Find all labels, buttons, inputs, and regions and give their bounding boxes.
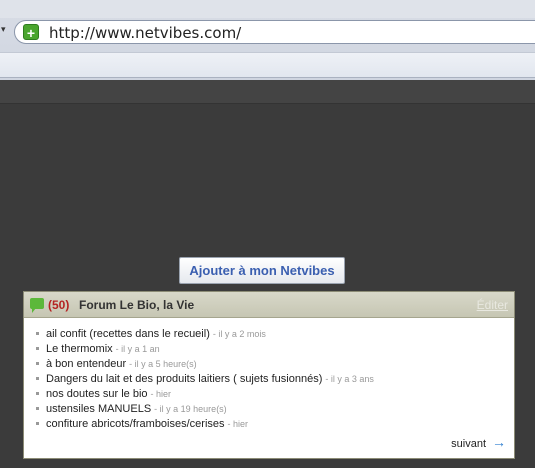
list-item[interactable]: à bon entendeur - il y a 5 heure(s)	[34, 358, 374, 373]
item-time: - il y a 5 heure(s)	[129, 359, 197, 369]
list-item[interactable]: Le thermomix - il y a 1 an	[34, 343, 374, 358]
list-item[interactable]: nos doutes sur le bio - hier	[34, 388, 374, 403]
list-item[interactable]: ustensiles MANUELS - il y a 19 heure(s)	[34, 403, 374, 418]
item-title[interactable]: Le thermomix	[46, 343, 113, 355]
item-time: - hier	[150, 389, 172, 399]
list-item[interactable]: confiture abricots/framboises/cerises - h…	[34, 418, 374, 433]
next-link[interactable]: suivant →	[451, 434, 506, 450]
item-time: - hier	[227, 419, 249, 429]
item-title[interactable]: ustensiles MANUELS	[46, 403, 151, 415]
history-dropdown-icon[interactable]: ▾	[1, 24, 6, 35]
item-time: - il y a 1 an	[115, 344, 160, 354]
item-time: - il y a 3 ans	[325, 374, 374, 384]
item-title[interactable]: confiture abricots/framboises/cerises	[46, 418, 225, 430]
browser-title-strip	[0, 0, 535, 18]
site-favicon-icon: +	[23, 24, 39, 41]
widget-header: (50) Forum Le Bio, la Vie Éditer	[24, 292, 514, 318]
add-to-netvibes-button[interactable]: Ajouter à mon Netvibes	[179, 257, 345, 284]
feed-list: ail confit (recettes dans le recueil) - i…	[34, 328, 374, 433]
bookmarks-toolbar	[0, 52, 535, 78]
widget-title[interactable]: Forum Le Bio, la Vie	[79, 298, 194, 312]
item-title[interactable]: nos doutes sur le bio	[46, 388, 148, 400]
item-title[interactable]: à bon entendeur	[46, 358, 126, 370]
list-item[interactable]: Dangers du lait et des produits laitiers…	[34, 373, 374, 388]
item-title[interactable]: Dangers du lait et des produits laitiers…	[46, 373, 322, 385]
item-time: - il y a 2 mois	[212, 329, 266, 339]
page-header-band	[0, 80, 535, 104]
url-text[interactable]: http://www.netvibes.com/	[49, 24, 241, 42]
arrow-right-icon[interactable]: →	[492, 434, 506, 450]
edit-link[interactable]: Éditer	[477, 298, 508, 312]
forum-widget: (50) Forum Le Bio, la Vie Éditer ail con…	[23, 291, 515, 459]
unread-count: (50)	[48, 298, 70, 312]
item-title[interactable]: ail confit (recettes dans le recueil)	[46, 328, 210, 340]
item-time: - il y a 19 heure(s)	[154, 404, 227, 414]
browser-chrome: ▾ + http://www.netvibes.com/	[0, 0, 535, 80]
address-bar[interactable]: + http://www.netvibes.com/	[14, 20, 535, 44]
list-item[interactable]: ail confit (recettes dans le recueil) - i…	[34, 328, 374, 343]
speech-bubble-icon	[30, 298, 44, 313]
next-label[interactable]: suivant	[451, 438, 486, 450]
